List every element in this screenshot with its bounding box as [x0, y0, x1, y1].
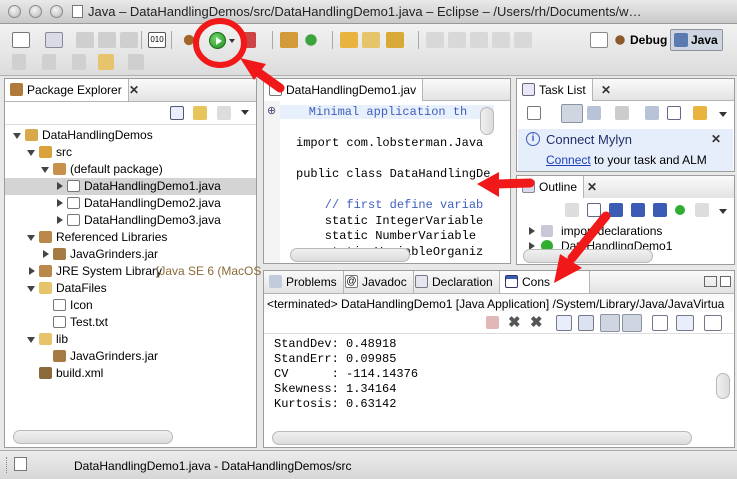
arrow-to-console [567, 211, 611, 263]
annotation-overlay [193, 18, 611, 283]
arrow-to-editor [492, 178, 535, 189]
arrow-to-editor-head [477, 172, 499, 197]
run-button-highlight-circle [193, 18, 247, 68]
